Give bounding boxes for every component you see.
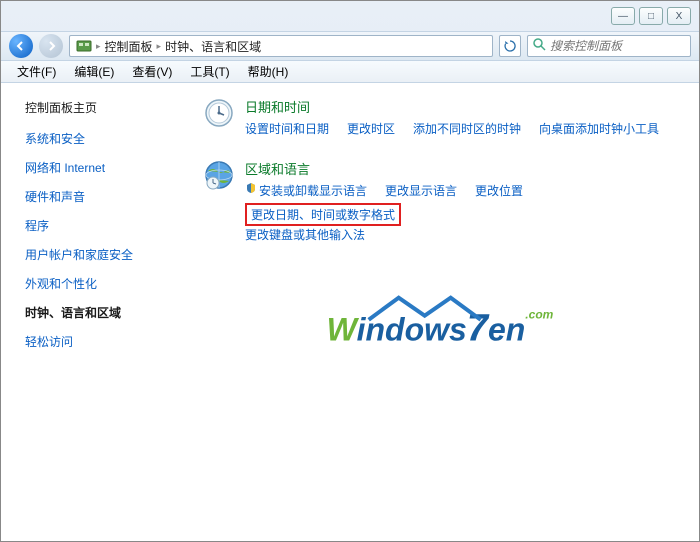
breadcrumb[interactable]: ▸ 控制面板 ▸ 时钟、语言和区域 xyxy=(69,35,493,57)
menu-file[interactable]: 文件(F) xyxy=(9,61,64,82)
sidebar-item-system-security[interactable]: 系统和安全 xyxy=(25,130,169,147)
menu-view[interactable]: 查看(V) xyxy=(124,61,180,82)
highlighted-link-container: 更改日期、时间或数字格式 xyxy=(245,203,401,226)
mountain-icon xyxy=(365,294,505,324)
watermark-logo: Windows7en.com xyxy=(327,308,554,351)
title-bar: — □ X xyxy=(1,1,699,31)
chevron-right-icon: ▸ xyxy=(157,41,162,52)
sidebar-item-appearance[interactable]: 外观和个性化 xyxy=(25,275,169,292)
search-icon xyxy=(532,37,546,56)
window-frame: — □ X ▸ 控制面板 ▸ 时钟、语言和区域 文件 xyxy=(0,0,700,542)
breadcrumb-current[interactable]: 时钟、语言和区域 xyxy=(165,38,261,55)
link-change-display-language[interactable]: 更改显示语言 xyxy=(385,182,457,199)
menu-bar: 文件(F) 编辑(E) 查看(V) 工具(T) 帮助(H) xyxy=(1,61,699,83)
menu-help[interactable]: 帮助(H) xyxy=(240,61,297,82)
section-title-date-time[interactable]: 日期和时间 xyxy=(245,97,679,116)
search-box[interactable] xyxy=(527,35,691,57)
menu-edit[interactable]: 编辑(E) xyxy=(66,61,122,82)
link-change-location[interactable]: 更改位置 xyxy=(475,182,523,199)
link-add-timezone-clocks[interactable]: 添加不同时区的时钟 xyxy=(413,120,521,137)
globe-icon xyxy=(201,159,237,195)
breadcrumb-control-panel[interactable]: 控制面板 xyxy=(105,38,153,55)
watermark-w: W xyxy=(327,312,357,348)
forward-button[interactable] xyxy=(39,34,63,58)
minimize-button[interactable]: — xyxy=(611,7,635,25)
sidebar-item-clock-language-region[interactable]: 时钟、语言和区域 xyxy=(25,304,169,321)
section-title-region-language[interactable]: 区域和语言 xyxy=(245,159,679,178)
refresh-button[interactable] xyxy=(499,35,521,57)
link-change-timezone[interactable]: 更改时区 xyxy=(347,120,395,137)
sidebar-item-programs[interactable]: 程序 xyxy=(25,217,169,234)
search-input[interactable] xyxy=(550,39,700,53)
section-date-time: 日期和时间 设置时间和日期 更改时区 添加不同时区的时钟 向桌面添加时钟小工具 xyxy=(201,97,679,141)
sidebar-item-accounts[interactable]: 用户帐户和家庭安全 xyxy=(25,246,169,263)
clock-icon xyxy=(201,97,237,133)
link-change-date-time-number-format[interactable]: 更改日期、时间或数字格式 xyxy=(251,208,395,222)
control-panel-icon xyxy=(76,38,92,54)
address-bar: ▸ 控制面板 ▸ 时钟、语言和区域 xyxy=(1,31,699,61)
body-area: 控制面板主页 系统和安全 网络和 Internet 硬件和声音 程序 用户帐户和… xyxy=(1,83,699,541)
maximize-button[interactable]: □ xyxy=(639,7,663,25)
link-install-display-language[interactable]: 安装或卸载显示语言 xyxy=(259,182,367,199)
close-button[interactable]: X xyxy=(667,7,691,25)
content-pane: 日期和时间 设置时间和日期 更改时区 添加不同时区的时钟 向桌面添加时钟小工具 … xyxy=(181,83,699,541)
back-button[interactable] xyxy=(9,34,33,58)
menu-tools[interactable]: 工具(T) xyxy=(182,61,237,82)
sidebar-item-network[interactable]: 网络和 Internet xyxy=(25,159,169,176)
sidebar: 控制面板主页 系统和安全 网络和 Internet 硬件和声音 程序 用户帐户和… xyxy=(1,83,181,541)
sidebar-item-hardware-sound[interactable]: 硬件和声音 xyxy=(25,188,169,205)
link-add-desktop-clock-gadget[interactable]: 向桌面添加时钟小工具 xyxy=(539,120,659,137)
link-change-keyboard-input[interactable]: 更改键盘或其他输入法 xyxy=(245,226,365,243)
sidebar-item-ease-of-access[interactable]: 轻松访问 xyxy=(25,333,169,350)
watermark-com: .com xyxy=(525,308,553,322)
link-set-date-time[interactable]: 设置时间和日期 xyxy=(245,120,329,137)
shield-icon xyxy=(245,182,257,203)
sidebar-heading[interactable]: 控制面板主页 xyxy=(25,99,169,116)
chevron-right-icon: ▸ xyxy=(96,41,101,52)
section-region-language: 区域和语言 安装或卸载显示语言 更改显示语言 更改位置 更改日期、时间或数字格式 xyxy=(201,159,679,247)
